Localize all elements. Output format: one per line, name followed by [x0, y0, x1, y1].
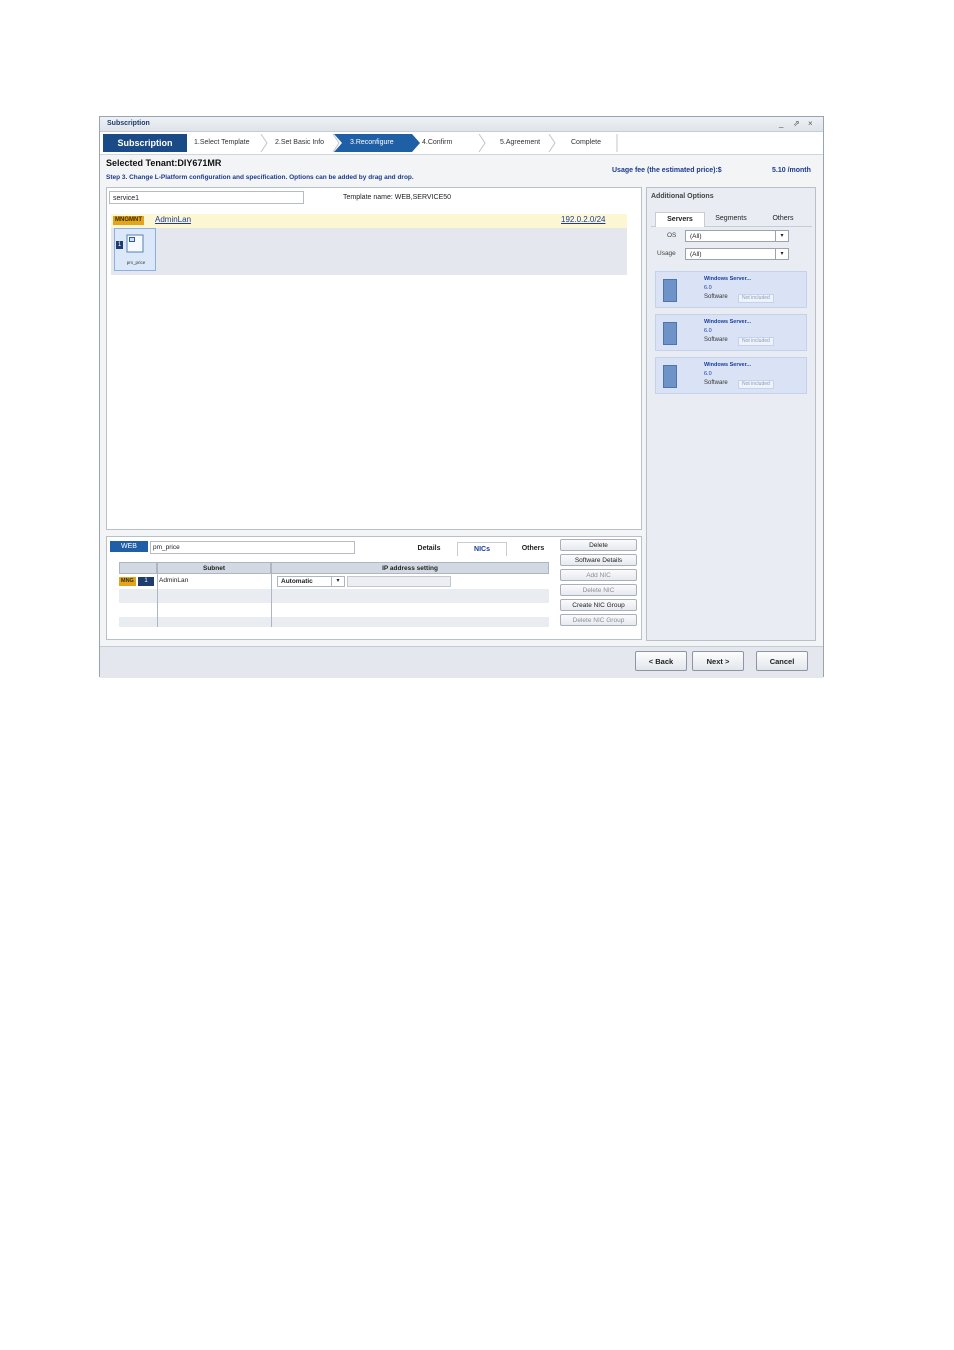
minimize-icon[interactable]: _ — [779, 119, 783, 128]
chevron-down-icon: ▾ — [775, 249, 788, 259]
usage-filter-value: (All) — [690, 251, 702, 258]
service-name-input[interactable]: service1 — [109, 191, 304, 204]
os-filter-label: OS — [667, 232, 677, 239]
step-complete: Complete — [571, 139, 601, 146]
server-option-card[interactable]: Windows Server... 6.0 Software Not inclu… — [655, 314, 807, 351]
grid-header-subnet: Subnet — [157, 562, 271, 574]
server-option-card[interactable]: Windows Server... 6.0 Software Not inclu… — [655, 357, 807, 394]
segment-cidr-link[interactable]: 192.0.2.0/24 — [561, 215, 605, 224]
server-option-card[interactable]: Windows Server... 6.0 Software Not inclu… — [655, 271, 807, 308]
step-separator-icon — [548, 134, 556, 152]
chevron-down-icon: ▾ — [331, 577, 344, 586]
maximize-icon[interactable]: ⇗ — [793, 119, 800, 128]
server-template-icon — [663, 322, 677, 345]
additional-options-title: Additional Options — [651, 193, 714, 200]
server-node[interactable]: 1 pm_price — [114, 228, 156, 271]
template-name: Template name: WEB,SERVICE50 — [343, 194, 452, 201]
wizard-footer: < Back Next > Cancel — [100, 646, 823, 678]
card-status: Not included — [738, 294, 774, 303]
step-separator-icon — [478, 134, 486, 152]
server-node-name: pm_price — [126, 260, 146, 265]
delete-nic-button[interactable]: Delete NIC — [560, 584, 637, 596]
table-row — [119, 589, 549, 603]
tab-nics[interactable]: NICs — [457, 542, 507, 556]
next-button[interactable]: Next > — [692, 651, 744, 671]
tab-options-others[interactable]: Others — [759, 212, 807, 226]
row-nic-number: 1 — [138, 577, 154, 586]
card-name: Windows Server... — [704, 276, 752, 282]
row-subnet: AdminLan — [159, 577, 189, 584]
step-set-basic-info: 2.Set Basic Info — [275, 139, 325, 146]
card-status: Not included — [738, 380, 774, 389]
usage-fee-label: Usage fee (the estimated price):$ — [612, 167, 722, 174]
chevron-down-icon: ▾ — [775, 231, 788, 241]
table-row — [119, 617, 549, 627]
cancel-button[interactable]: Cancel — [756, 651, 808, 671]
table-row — [119, 603, 549, 617]
server-name-input[interactable]: pm_price — [150, 541, 355, 554]
segment-area[interactable] — [111, 228, 627, 275]
step-description: Step 3. Change L-Platform configuration … — [106, 174, 414, 181]
segment-name-link[interactable]: AdminLan — [155, 215, 191, 224]
create-nic-group-button[interactable]: Create NIC Group — [560, 599, 637, 611]
tab-others[interactable]: Others — [509, 542, 557, 555]
server-number: 1 — [116, 241, 123, 249]
ip-address-field[interactable] — [347, 576, 451, 587]
step-confirm: 4.Confirm — [422, 139, 453, 146]
grid-divider — [271, 574, 272, 627]
card-version: 6.0 — [704, 371, 712, 377]
step-select-template: 1.Select Template — [194, 139, 250, 146]
card-software: Software — [704, 380, 728, 386]
subscription-window: Subscription _ ⇗ × Subscription 1.Select… — [99, 116, 824, 678]
wizard-steps: Subscription 1.Select Template 2.Set Bas… — [100, 132, 823, 155]
card-name: Windows Server... — [704, 319, 752, 325]
ip-setting-select[interactable]: Automatic ▾ — [277, 576, 345, 587]
table-row[interactable]: MNG 1 AdminLan Automatic ▾ — [119, 575, 549, 589]
server-role-badge: WEB — [110, 541, 148, 552]
tab-segments[interactable]: Segments — [707, 212, 755, 226]
row-segment-badge: MNG — [119, 577, 136, 586]
add-nic-button[interactable]: Add NIC — [560, 569, 637, 581]
os-filter-value: (All) — [690, 233, 702, 240]
segment-header[interactable]: MNGMNT AdminLan 192.0.2.0/24 — [111, 214, 627, 229]
usage-filter-label: Usage — [657, 250, 676, 257]
additional-options-panel: Additional Options Servers Segments Othe… — [646, 187, 816, 641]
step-separator-icon — [616, 134, 618, 152]
grid-header-index — [119, 562, 157, 574]
usage-fee-value: 5.10 /month — [772, 167, 811, 174]
card-status: Not included — [738, 337, 774, 346]
step-reconfigure: 3.Reconfigure — [334, 134, 420, 152]
server-template-icon — [663, 279, 677, 302]
server-template-icon — [663, 365, 677, 388]
usage-filter-select[interactable]: (All) ▾ — [685, 248, 789, 260]
software-details-button[interactable]: Software Details — [560, 554, 637, 566]
os-filter-select[interactable]: (All) ▾ — [685, 230, 789, 242]
card-name: Windows Server... — [704, 362, 752, 368]
delete-button[interactable]: Delete — [560, 539, 637, 551]
back-button[interactable]: < Back — [635, 651, 687, 671]
title-bar: Subscription _ ⇗ × — [100, 117, 823, 132]
step-agreement: 5.Agreement — [500, 139, 541, 146]
close-icon[interactable]: × — [808, 119, 813, 128]
ip-setting-value: Automatic — [281, 578, 313, 585]
grid-divider — [157, 574, 158, 627]
card-version: 6.0 — [704, 328, 712, 334]
card-software: Software — [704, 337, 728, 343]
tab-servers[interactable]: Servers — [655, 212, 705, 227]
configuration-canvas[interactable]: service1 Template name: WEB,SERVICE50 MN… — [106, 187, 642, 530]
delete-nic-group-button[interactable]: Delete NIC Group — [560, 614, 637, 626]
card-version: 6.0 — [704, 285, 712, 291]
grid-header-ip-setting: IP address setting — [271, 562, 549, 574]
window-title: Subscription — [107, 120, 150, 127]
server-icon — [126, 234, 144, 253]
segment-type-badge: MNGMNT — [113, 216, 144, 225]
wizard-title: Subscription — [103, 134, 187, 152]
tab-details[interactable]: Details — [405, 542, 453, 555]
step-separator-icon — [260, 134, 268, 152]
selected-tenant: Selected Tenant:DIY671MR — [106, 158, 222, 168]
card-software: Software — [704, 294, 728, 300]
